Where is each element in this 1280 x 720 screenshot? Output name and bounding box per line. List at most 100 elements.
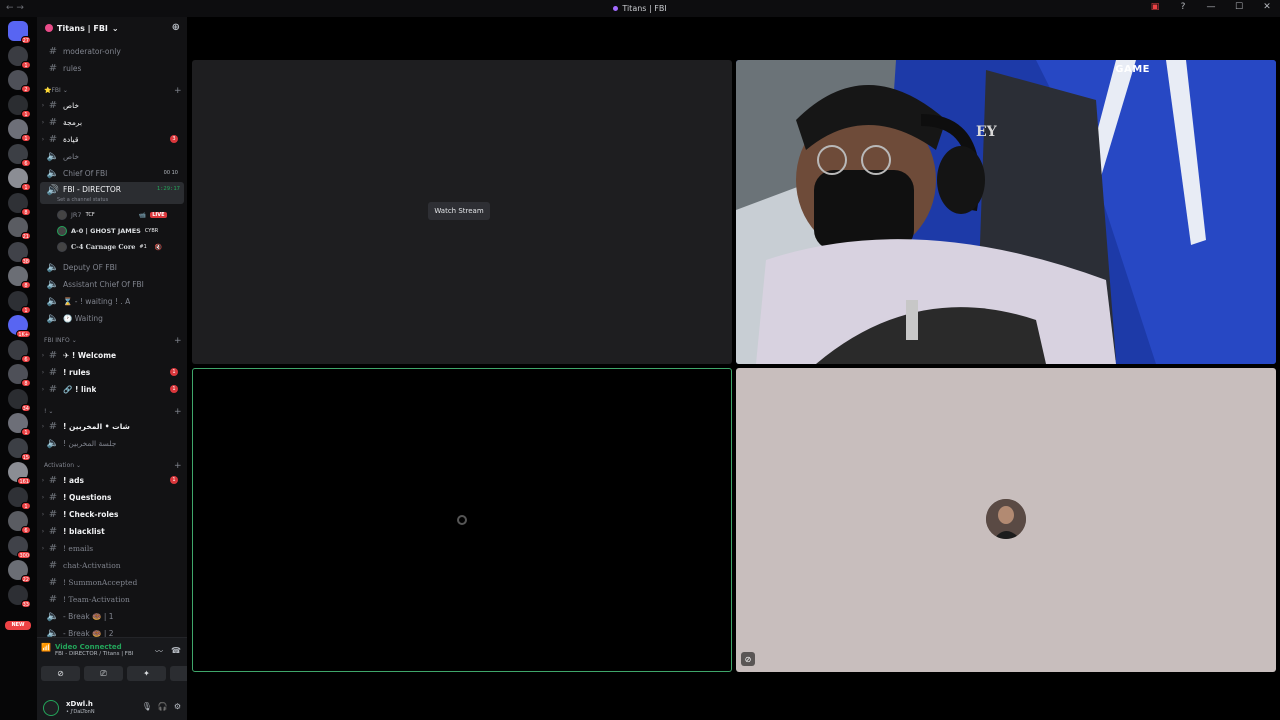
channel-rules[interactable]: # rules <box>40 60 184 76</box>
channel-chat-activation[interactable]: # chat-Activation <box>40 557 184 573</box>
screen-share-button[interactable]: ⎚ <box>84 666 123 681</box>
invite-people-icon[interactable]: ⊕ <box>172 22 180 33</box>
hash-icon: # <box>48 525 58 537</box>
category-activation[interactable]: Activation ⌄ + <box>44 461 182 471</box>
server-icon[interactable]: 8 <box>8 266 31 289</box>
channel-ads[interactable]: › #! ads 1 <box>40 472 184 488</box>
voice-status[interactable]: 📶 Video Connected FBI - DIRECTOR / Titan… <box>41 643 133 657</box>
voice-user-3[interactable]: C-4 Carnage Core #1 🔇 <box>57 240 162 254</box>
voice-channel-assistant[interactable]: 🔈 Assistant Chief Of FBI <box>40 276 184 292</box>
watch-stream-button[interactable]: Watch Stream <box>428 202 490 220</box>
channel-welcome[interactable]: › # ✈ ! Welcome <box>40 347 184 363</box>
server-icon[interactable]: 1 <box>8 45 31 69</box>
channel-link[interactable]: › # 🔗 ! link 1 <box>40 381 184 397</box>
add-channel-icon[interactable]: + <box>174 86 182 96</box>
inbox-icon[interactable]: ▣ <box>1148 2 1162 12</box>
server-mention-badge: 27 <box>20 36 31 44</box>
minimize-icon[interactable]: — <box>1204 2 1218 12</box>
server-icon[interactable]: 6 <box>8 511 31 534</box>
channel-summon-accepted[interactable]: #! SummonAccepted <box>40 574 184 590</box>
server-icon[interactable]: 1 <box>8 413 31 436</box>
camera-off-icon: ⊘ <box>57 669 64 678</box>
participant-tile[interactable]: ⊘ <box>736 368 1276 672</box>
voice-user-2[interactable]: A-0 | GHOST JAMES CYBR <box>57 224 158 238</box>
channel-fbi-1[interactable]: › # خاص <box>40 97 184 113</box>
activities-button[interactable]: ✦ <box>127 666 166 681</box>
voice-channel-waiting[interactable]: 🔈 🕐 Waiting <box>40 310 184 326</box>
help-icon[interactable]: ? <box>1176 2 1190 12</box>
server-icon[interactable]: 1 <box>8 486 31 510</box>
voice-channel-break-1[interactable]: 🔈 - Break 🍩 | 1 <box>40 608 184 624</box>
server-icon[interactable]: 300 <box>8 535 31 559</box>
channel-info-rules[interactable]: › #! rules 1 <box>40 364 184 380</box>
server-icon[interactable]: 21 <box>8 217 31 240</box>
close-icon[interactable]: ✕ <box>1260 2 1274 12</box>
server-icon[interactable]: 6 <box>8 339 31 363</box>
server-icon[interactable]: 15 <box>8 437 31 461</box>
hash-icon: # <box>48 99 58 111</box>
voice-user-1[interactable]: JR7 TCF 📹 LIVE <box>57 208 167 222</box>
channel-team-activation[interactable]: #! Team-Activation <box>40 591 184 607</box>
channel-misc-chat[interactable]: › #! شات • المخربين <box>40 418 184 434</box>
channel-blacklist[interactable]: › #! blacklist <box>40 523 184 539</box>
server-icon[interactable]: 38 <box>8 241 31 265</box>
channel-questions[interactable]: › #! Questions <box>40 489 184 505</box>
add-channel-icon[interactable]: + <box>174 407 182 417</box>
server-icon[interactable]: 161 <box>8 462 31 485</box>
settings-icon[interactable]: ⚙ <box>174 702 181 711</box>
user-avatar[interactable] <box>43 700 59 716</box>
server-icon[interactable]: 22 <box>8 560 31 583</box>
new-badge[interactable]: NEW <box>5 621 31 630</box>
voice-channel-waiting-a[interactable]: 🔈 ⌛ - ! waiting ! . A <box>40 293 184 309</box>
add-channel-icon[interactable]: + <box>174 461 182 471</box>
server-icon[interactable]: 1 <box>8 290 31 314</box>
noise-suppression-icon[interactable]: 〰 <box>155 646 163 657</box>
hash-icon: # <box>48 62 58 74</box>
server-icon[interactable]: 27 <box>8 21 31 44</box>
hash-icon: # <box>48 593 58 605</box>
channel-status-prompt[interactable]: Set a channel status <box>57 197 108 203</box>
channel-emails[interactable]: › #! emails <box>40 540 184 556</box>
server-icon[interactable]: 8 <box>8 192 31 216</box>
camera-off-icon: ⊘ <box>741 652 755 666</box>
channel-fbi-3[interactable]: › # قيادة 3 <box>40 131 184 147</box>
hash-icon: # <box>48 420 58 432</box>
channel-fbi-2[interactable]: › # برمجة <box>40 114 184 130</box>
server-icon[interactable]: 2 <box>8 70 31 93</box>
category-fbi-info[interactable]: FBI INFO ⌄ + <box>44 336 182 346</box>
voice-channel-misc-session[interactable]: 🔈! جلسة المخربين <box>40 435 184 451</box>
category-fbi[interactable]: ⭐FBI ⌄ + <box>44 86 182 96</box>
hash-icon: # <box>48 542 58 554</box>
camera-off-button[interactable]: ⊘ <box>41 666 80 681</box>
server-icon[interactable]: 1 <box>8 94 31 118</box>
stream-tile[interactable]: Watch Stream <box>192 60 732 364</box>
camera-tile-webcam[interactable]: GAME EY <box>736 60 1276 364</box>
add-channel-icon[interactable]: + <box>174 336 182 346</box>
channel-moderator-only[interactable]: # moderator-only <box>40 43 184 59</box>
server-icon[interactable]: 33 <box>8 584 31 608</box>
server-icon[interactable]: 8 <box>8 364 31 387</box>
voice-channel-chief[interactable]: 🔈 Chief Of FBI 00 10 <box>40 165 184 181</box>
maximize-icon[interactable]: ☐ <box>1232 2 1246 12</box>
server-icon[interactable]: 6 <box>8 143 31 167</box>
category-misc[interactable]: ! ⌄ + <box>44 407 182 417</box>
activities-icon: ✦ <box>143 669 150 678</box>
voice-channel-deputy[interactable]: 🔈 Deputy OF FBI <box>40 259 184 275</box>
server-icon[interactable]: 34 <box>8 388 31 412</box>
disconnect-icon[interactable]: ☎ <box>171 646 181 657</box>
unread-badge: 1 <box>170 368 178 376</box>
guild-header[interactable]: Titans | FBI ⌄ ⊕ <box>37 17 187 39</box>
microphone-icon[interactable]: 🎙 <box>142 702 152 711</box>
speaker-icon: 🔊 <box>46 185 60 196</box>
channel-check-roles[interactable]: › #! Check-roles <box>40 506 184 522</box>
back-icon[interactable]: ← → <box>6 3 24 13</box>
window-controls: ▣ ? — ☐ ✕ <box>1148 2 1274 12</box>
server-icon[interactable]: 1K+ <box>8 315 31 338</box>
headphones-icon[interactable]: 🎧 <box>158 702 168 711</box>
server-mention-badge: 21 <box>20 232 31 240</box>
voice-channel-fbi-4[interactable]: 🔈 خاص <box>40 148 184 164</box>
server-icon[interactable]: 1 <box>8 119 31 142</box>
voice-actions: 〰 ☎ <box>155 646 181 657</box>
server-icon[interactable]: 1 <box>8 168 31 191</box>
camera-tile-loading[interactable] <box>192 368 732 672</box>
